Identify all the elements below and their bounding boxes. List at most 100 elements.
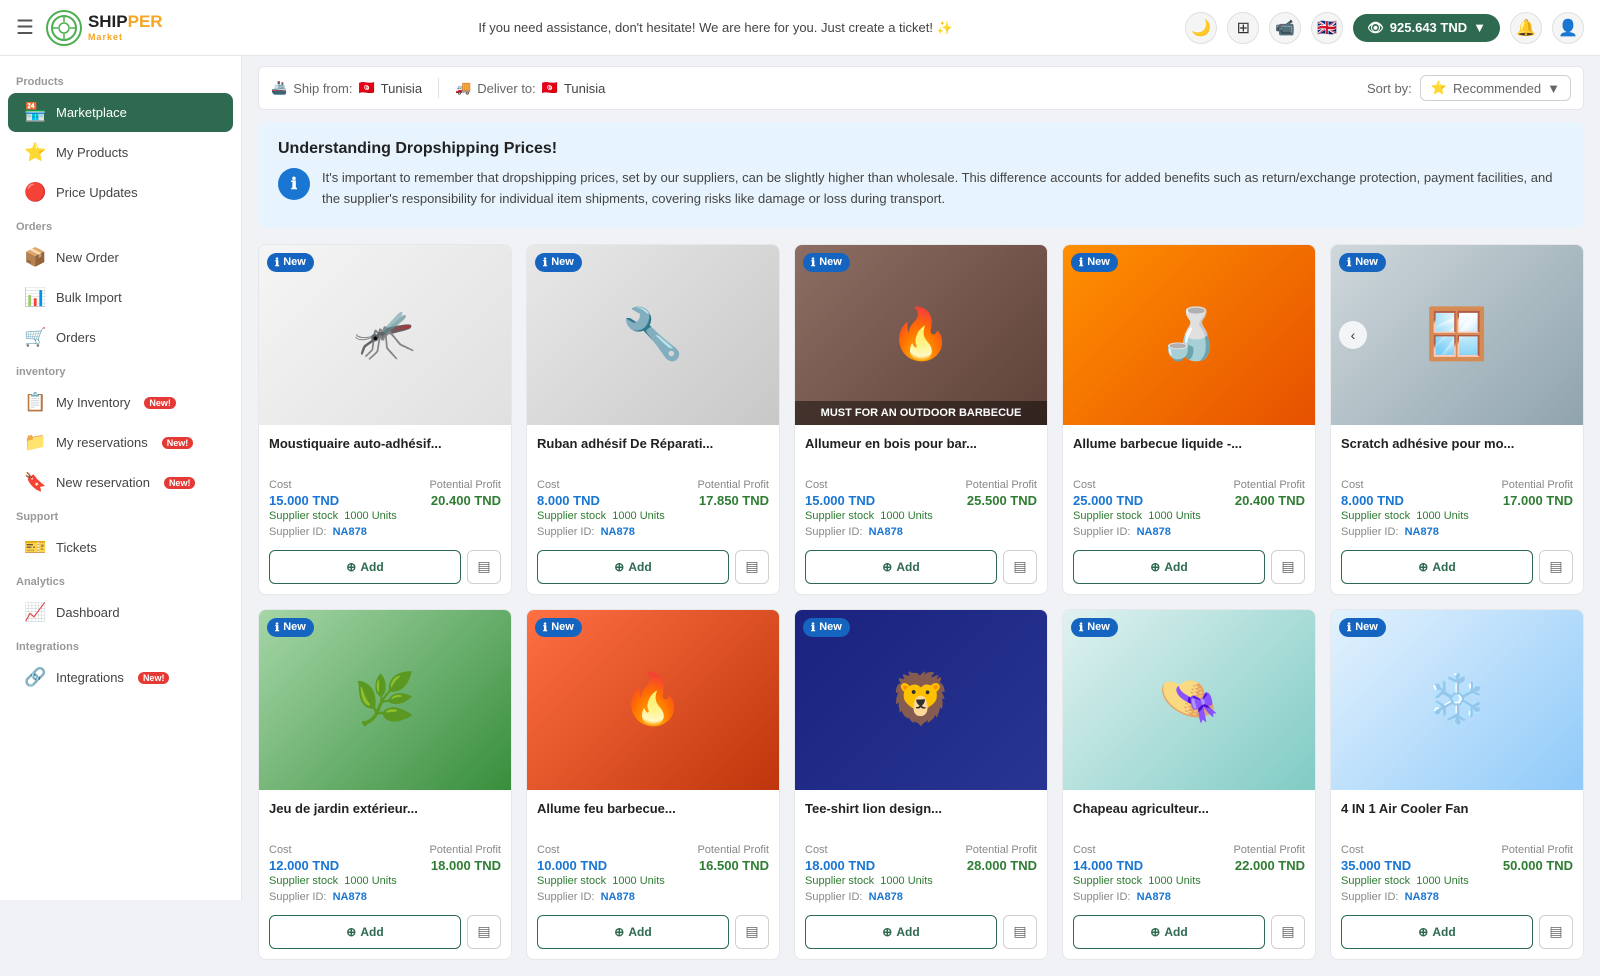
notification-bell-icon[interactable]: 🔔 bbox=[1510, 12, 1542, 44]
top-navigation: ☰ SHIPPER Market If you need assistance,… bbox=[0, 0, 1600, 56]
product-card[interactable]: 🌿 ℹ New Jeu de jardin extérieur... Cost … bbox=[258, 609, 512, 960]
detail-button[interactable]: ▤ bbox=[735, 915, 769, 949]
product-card[interactable]: 🔥 ℹ New Allume feu barbecue... Cost Pote… bbox=[526, 609, 780, 960]
sort-select[interactable]: ⭐ Recommended ▼ bbox=[1420, 75, 1571, 101]
product-image-wrap: 🔥 ℹ New MUST FOR AN OUTDOOR BARBECUE bbox=[795, 245, 1047, 425]
sidebar-label-new-order: New Order bbox=[56, 250, 119, 265]
sidebar-item-bulk-import[interactable]: 📊 Bulk Import bbox=[8, 278, 233, 317]
add-button[interactable]: ⊕ Add bbox=[269, 915, 461, 949]
cost-value: 8.000 TND bbox=[1341, 493, 1404, 508]
sidebar-item-new-order[interactable]: 📦 New Order bbox=[8, 238, 233, 277]
profit-value: 25.500 TND bbox=[967, 493, 1037, 508]
add-button[interactable]: ⊕ Add bbox=[1341, 915, 1533, 949]
cost-label: Cost bbox=[1341, 844, 1364, 856]
supplier-id: NA878 bbox=[333, 526, 367, 538]
product-image-wrap: 🪟 ℹ New ‹ bbox=[1331, 245, 1583, 425]
stock-row: Supplier stock 1000 Units bbox=[1073, 875, 1305, 887]
detail-button[interactable]: ▤ bbox=[1539, 550, 1573, 584]
video-icon[interactable]: 📹 bbox=[1269, 12, 1301, 44]
profit-label: Potential Profit bbox=[697, 479, 769, 491]
balance-button[interactable]: 👁 925.643 TND ▼ bbox=[1353, 14, 1500, 42]
detail-button[interactable]: ▤ bbox=[467, 550, 501, 584]
profit-label: Potential Profit bbox=[1233, 844, 1305, 856]
main-content: All ▼ 🔍 Search 🚢 Ship from: 🇹🇳 Tunisia 🚚… bbox=[242, 0, 1600, 976]
balance-chevron: ▼ bbox=[1473, 20, 1486, 35]
deliver-to-label: Deliver to: bbox=[477, 81, 536, 96]
sidebar-item-tickets[interactable]: 🎫 Tickets bbox=[8, 528, 233, 567]
new-order-icon: 📦 bbox=[24, 247, 46, 268]
product-card[interactable]: 🦟 ℹ New Moustiquaire auto-adhésif... Cos… bbox=[258, 244, 512, 595]
product-card[interactable]: 🦁 ℹ New Tee-shirt lion design... Cost Po… bbox=[794, 609, 1048, 960]
add-label: Add bbox=[360, 560, 383, 574]
detail-icon: ▤ bbox=[477, 923, 490, 940]
sidebar-item-orders[interactable]: 🛒 Orders bbox=[8, 318, 233, 357]
add-plus-icon: ⊕ bbox=[1150, 925, 1160, 939]
dark-mode-icon[interactable]: 🌙 bbox=[1185, 12, 1217, 44]
supplier-id: NA878 bbox=[1405, 891, 1439, 903]
sidebar-item-new-reservation[interactable]: 🔖 New reservation New! bbox=[8, 463, 233, 502]
stock-value: 1000 Units bbox=[344, 875, 397, 887]
add-button[interactable]: ⊕ Add bbox=[269, 550, 461, 584]
info-banner-content: ℹ It's important to remember that dropsh… bbox=[278, 168, 1564, 210]
stock-row: Supplier stock 1000 Units bbox=[1341, 875, 1573, 887]
product-actions: ⊕ Add ▤ bbox=[795, 550, 1047, 594]
profit-value: 17.000 TND bbox=[1503, 493, 1573, 508]
sidebar-label-orders: Orders bbox=[56, 330, 96, 345]
product-name: Chapeau agriculteur... bbox=[1073, 800, 1305, 836]
profit-value: 20.400 TND bbox=[431, 493, 501, 508]
detail-button[interactable]: ▤ bbox=[1003, 550, 1037, 584]
spreadsheet-icon[interactable]: ⊞ bbox=[1227, 12, 1259, 44]
product-card[interactable]: 🪟 ℹ New ‹ Scratch adhésive pour mo... Co… bbox=[1330, 244, 1584, 595]
add-button[interactable]: ⊕ Add bbox=[805, 915, 997, 949]
language-flag[interactable]: 🇬🇧 bbox=[1311, 12, 1343, 44]
new-badge: ℹ New bbox=[803, 253, 850, 272]
sidebar-item-price-updates[interactable]: 🔴 Price Updates bbox=[8, 173, 233, 212]
sort-chevron-icon: ▼ bbox=[1547, 81, 1560, 96]
product-info: Allume barbecue liquide -... Cost Potent… bbox=[1063, 425, 1315, 550]
products-grid: 🦟 ℹ New Moustiquaire auto-adhésif... Cos… bbox=[258, 244, 1584, 960]
add-button[interactable]: ⊕ Add bbox=[1073, 915, 1265, 949]
detail-button[interactable]: ▤ bbox=[1003, 915, 1037, 949]
add-plus-icon: ⊕ bbox=[346, 560, 356, 574]
detail-button[interactable]: ▤ bbox=[1539, 915, 1573, 949]
profit-label: Potential Profit bbox=[1501, 844, 1573, 856]
info-badge-icon: ℹ bbox=[543, 256, 547, 269]
add-button[interactable]: ⊕ Add bbox=[1341, 550, 1533, 584]
detail-button[interactable]: ▤ bbox=[467, 915, 501, 949]
add-button[interactable]: ⊕ Add bbox=[1073, 550, 1265, 584]
product-name: Allume feu barbecue... bbox=[537, 800, 769, 836]
add-button[interactable]: ⊕ Add bbox=[805, 550, 997, 584]
sidebar-item-my-inventory[interactable]: 📋 My Inventory New! bbox=[8, 383, 233, 422]
logo: SHIPPER Market bbox=[46, 10, 246, 46]
new-badge-label: New bbox=[283, 621, 306, 633]
product-illustration: 🪟 bbox=[1331, 245, 1583, 425]
product-card[interactable]: 👒 ℹ New Chapeau agriculteur... Cost Pote… bbox=[1062, 609, 1316, 960]
supplier-id: NA878 bbox=[601, 891, 635, 903]
cost-value: 15.000 TND bbox=[269, 493, 339, 508]
info-badge-icon: ℹ bbox=[811, 621, 815, 634]
add-button[interactable]: ⊕ Add bbox=[537, 915, 729, 949]
product-card[interactable]: 🍶 ℹ New Allume barbecue liquide -... Cos… bbox=[1062, 244, 1316, 595]
product-card[interactable]: 🔥 ℹ New MUST FOR AN OUTDOOR BARBECUE All… bbox=[794, 244, 1048, 595]
detail-icon: ▤ bbox=[477, 558, 490, 575]
sidebar-item-my-products[interactable]: ⭐ My Products bbox=[8, 133, 233, 172]
product-card[interactable]: 🔧 ℹ New Ruban adhésif De Réparati... Cos… bbox=[526, 244, 780, 595]
new-reservation-badge: New! bbox=[164, 477, 196, 489]
sidebar-item-integrations[interactable]: 🔗 Integrations New! bbox=[8, 658, 233, 697]
user-avatar[interactable]: 👤 bbox=[1552, 12, 1584, 44]
product-card[interactable]: ❄️ ℹ New 4 IN 1 Air Cooler Fan Cost Pote… bbox=[1330, 609, 1584, 960]
sidebar-label-new-reservation: New reservation bbox=[56, 475, 150, 490]
detail-button[interactable]: ▤ bbox=[1271, 550, 1305, 584]
sidebar-item-my-reservations[interactable]: 📁 My reservations New! bbox=[8, 423, 233, 462]
price-values: 8.000 TND 17.850 TND bbox=[537, 493, 769, 508]
sidebar-item-marketplace[interactable]: 🏪 Marketplace bbox=[8, 93, 233, 132]
menu-icon[interactable]: ☰ bbox=[16, 15, 34, 40]
supplier-id: NA878 bbox=[869, 526, 903, 538]
carousel-prev-arrow[interactable]: ‹ bbox=[1339, 321, 1367, 349]
price-values: 18.000 TND 28.000 TND bbox=[805, 858, 1037, 873]
stock-row: Supplier stock 1000 Units bbox=[805, 510, 1037, 522]
add-button[interactable]: ⊕ Add bbox=[537, 550, 729, 584]
detail-button[interactable]: ▤ bbox=[735, 550, 769, 584]
detail-button[interactable]: ▤ bbox=[1271, 915, 1305, 949]
sidebar-item-dashboard[interactable]: 📈 Dashboard bbox=[8, 593, 233, 632]
